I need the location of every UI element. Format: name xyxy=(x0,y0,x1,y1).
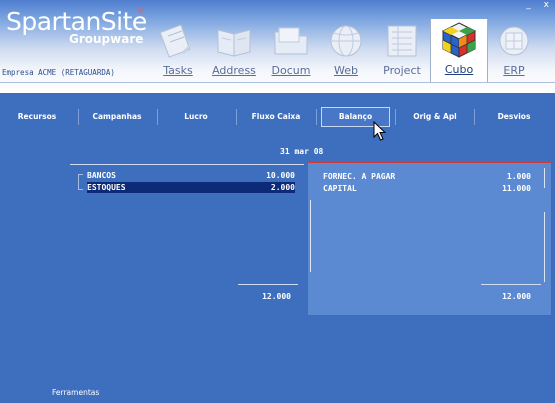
liability-label: CAPITAL xyxy=(323,184,357,193)
module-label: Address xyxy=(212,64,256,77)
module-docum[interactable]: Docum xyxy=(263,20,319,82)
tab-recursos[interactable]: Recursos xyxy=(6,107,68,127)
registered-mark: ® xyxy=(137,6,145,15)
company-name: Empresa ACME (RETAGUARDA) xyxy=(2,68,115,77)
tab-desvios[interactable]: Desvios xyxy=(478,107,550,127)
liabilities-total-rule xyxy=(481,284,541,285)
module-label: Tasks xyxy=(163,64,193,77)
assets-top-rule xyxy=(70,164,304,165)
liabilities-right-rule xyxy=(544,168,545,188)
asset-label: BANCOS xyxy=(87,171,116,180)
tools-menu[interactable]: Ferramentas xyxy=(52,388,99,397)
asset-value: 2.000 xyxy=(270,183,295,192)
assets-bracket xyxy=(78,174,83,190)
module-label: Cubo xyxy=(444,63,474,76)
tab-lucro[interactable]: Lucro xyxy=(160,107,232,127)
module-label: Docum xyxy=(271,64,311,77)
asset-row[interactable]: BANCOS 10.000 xyxy=(87,170,295,181)
asset-label: ESTOQUES xyxy=(87,183,126,192)
tab-campanhas[interactable]: Campanhas xyxy=(82,107,152,127)
project-icon xyxy=(387,25,417,57)
liability-row[interactable]: FORNEC. A PAGAR 1.000 xyxy=(323,171,531,182)
minimize-button[interactable]: _ xyxy=(526,0,531,10)
tasks-icon xyxy=(159,24,194,58)
tab-fluxo-caixa[interactable]: Fluxo Caixa xyxy=(240,107,312,127)
assets-total-rule xyxy=(238,284,298,285)
liability-row[interactable]: CAPITAL 11.000 xyxy=(323,183,531,194)
tab-divider xyxy=(395,109,396,125)
tab-orig-apl[interactable]: Orig & Apl xyxy=(400,107,470,127)
module-erp[interactable]: ERP xyxy=(486,20,542,82)
module-address[interactable]: Address xyxy=(206,20,262,82)
address-book-icon xyxy=(217,29,251,57)
liability-value: 1.000 xyxy=(506,172,531,181)
tab-bar: Recursos Campanhas Lucro Fluxo Caixa Bal… xyxy=(0,107,555,129)
tab-divider xyxy=(157,109,158,125)
module-label: Project xyxy=(383,64,421,77)
app-header: SpartanSite ® Groupware Empresa ACME (RE… xyxy=(0,0,555,93)
module-cubo[interactable]: Cubo xyxy=(430,19,488,83)
liabilities-left-rule xyxy=(310,200,311,272)
folder-icon xyxy=(274,27,308,55)
erp-icon xyxy=(499,26,529,56)
tab-divider xyxy=(78,109,79,125)
window-controls: _ x xyxy=(516,0,549,10)
module-project[interactable]: Project xyxy=(374,20,430,82)
asset-row-selected[interactable]: ESTOQUES 2.000 xyxy=(87,182,295,193)
tab-divider xyxy=(474,109,475,125)
asset-value: 10.000 xyxy=(266,171,295,180)
liability-value: 11.000 xyxy=(502,184,531,193)
tab-divider xyxy=(236,109,237,125)
mouse-cursor-icon xyxy=(373,121,387,141)
close-button[interactable]: x xyxy=(544,0,549,10)
app-logo-subtitle: Groupware xyxy=(69,32,144,46)
liabilities-right-rule xyxy=(544,212,545,282)
header-divider xyxy=(0,82,555,83)
balance-date: 31 mar 08 xyxy=(280,147,324,156)
liability-label: FORNEC. A PAGAR xyxy=(323,172,396,181)
globe-icon xyxy=(330,25,362,57)
module-web[interactable]: Web xyxy=(318,20,374,82)
assets-total: 12.000 xyxy=(262,292,291,301)
rubiks-cube-icon xyxy=(441,22,477,58)
module-label: Web xyxy=(334,64,358,77)
module-label: ERP xyxy=(503,64,525,77)
tab-divider xyxy=(316,109,317,125)
liabilities-total: 12.000 xyxy=(502,292,531,301)
module-tasks[interactable]: Tasks xyxy=(150,20,206,82)
